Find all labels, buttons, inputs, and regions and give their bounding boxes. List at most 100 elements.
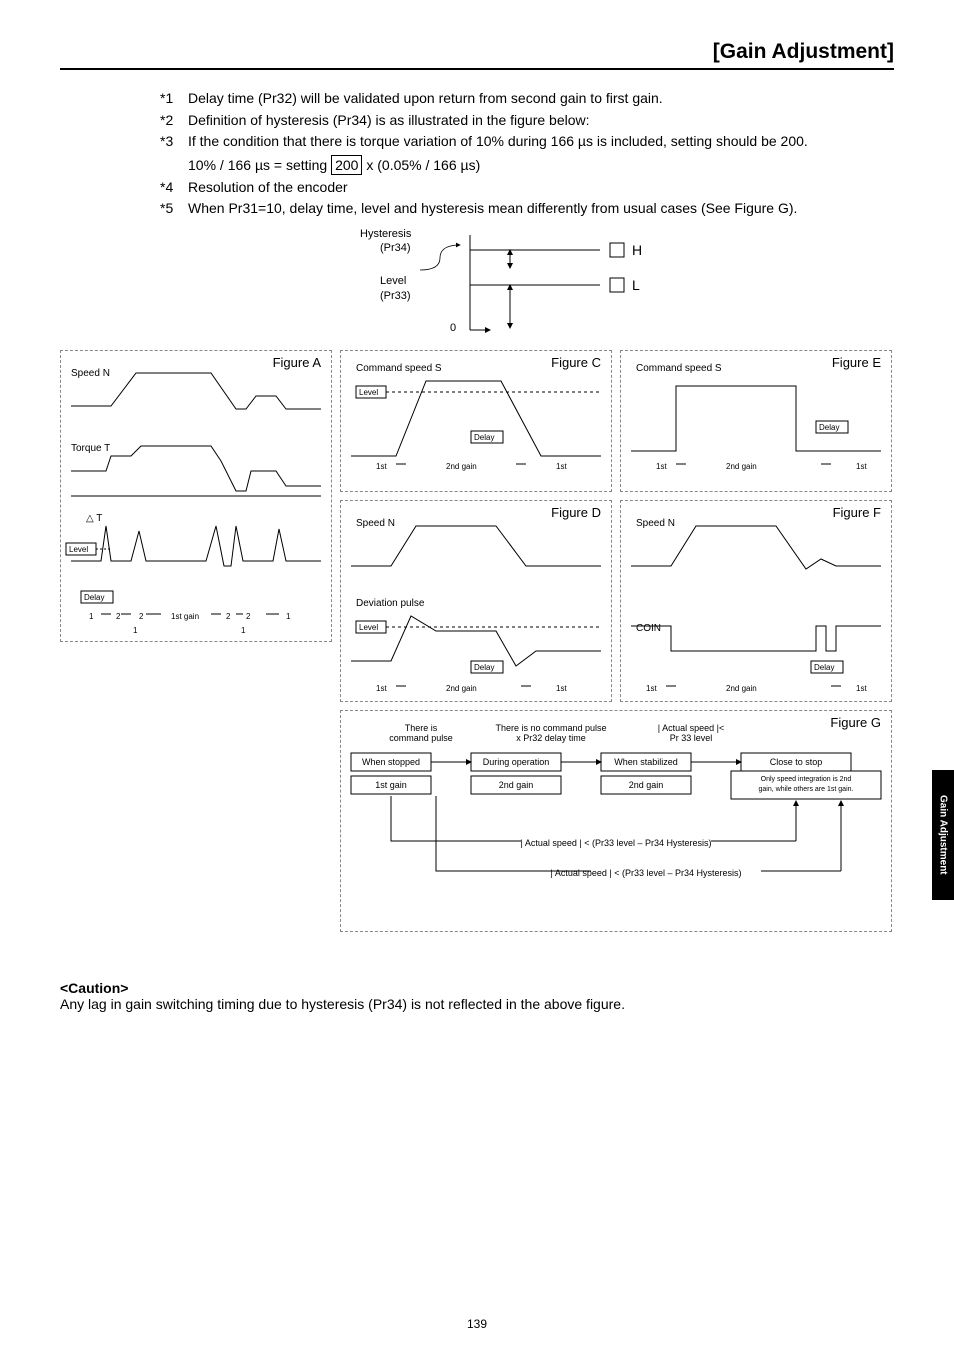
svg-text:| Actual speed |<: | Actual speed |< — [658, 723, 724, 733]
figure-g-label: Figure G — [828, 715, 883, 730]
svg-text:2nd gain: 2nd gain — [726, 684, 757, 693]
svg-text:When stopped: When stopped — [362, 757, 420, 767]
svg-text:1st: 1st — [376, 684, 387, 693]
note-text: Definition of hysteresis (Pr34) is as il… — [188, 110, 884, 132]
svg-text:Command speed S: Command speed S — [356, 363, 442, 374]
svg-text:1st: 1st — [856, 462, 867, 471]
figure-a: Figure A Speed N Torque T △ T Level Dela… — [60, 350, 332, 642]
note-1: *1 Delay time (Pr32) will be validated u… — [160, 88, 884, 110]
note-num: *1 — [160, 88, 188, 110]
svg-text:1: 1 — [133, 626, 138, 635]
l-label: L — [632, 277, 640, 293]
note-text: When Pr31=10, delay time, level and hyst… — [188, 198, 884, 220]
note-4: *4 Resolution of the encoder — [160, 177, 884, 199]
figure-f: Figure F Speed N COIN Delay 1st 2nd gain… — [620, 500, 892, 702]
svg-text:| Actual speed | < (Pr33 level: | Actual speed | < (Pr33 level – Pr34 Hy… — [550, 868, 741, 878]
page-title-bar: [Gain Adjustment] — [60, 40, 894, 70]
note-text: Delay time (Pr32) will be validated upon… — [188, 88, 884, 110]
svg-text:Speed N: Speed N — [636, 518, 675, 529]
formula-post: x (0.05% / 166 µs) — [362, 157, 480, 173]
figure-d: Figure D Speed N Deviation pulse Level D… — [340, 500, 612, 702]
svg-text:2nd gain: 2nd gain — [499, 780, 534, 790]
svg-text:x Pr32 delay time: x Pr32 delay time — [516, 733, 586, 743]
svg-text:1st gain: 1st gain — [171, 612, 199, 621]
svg-text:Torque T: Torque T — [71, 443, 110, 454]
svg-text:There is: There is — [405, 723, 438, 733]
svg-text:△ T: △ T — [86, 513, 102, 524]
figure-e-label: Figure E — [830, 355, 883, 370]
svg-text:COIN: COIN — [636, 623, 661, 634]
note-3-formula: 10% / 166 µs = setting 200 x (0.05% / 16… — [188, 155, 884, 177]
page-number: 139 — [0, 1317, 954, 1331]
figure-c-label: Figure C — [549, 355, 603, 370]
note-num: *3 — [160, 131, 188, 153]
note-num: *4 — [160, 177, 188, 199]
svg-text:1st: 1st — [556, 462, 567, 471]
svg-text:gain, while others are 1st gai: gain, while others are 1st gain. — [759, 786, 854, 793]
svg-text:2nd gain: 2nd gain — [726, 462, 757, 471]
svg-text:| Actual speed | < (Pr33 level: | Actual speed | < (Pr33 level – Pr34 Hy… — [520, 838, 711, 848]
svg-text:Level: Level — [359, 388, 378, 397]
svg-text:1: 1 — [286, 612, 291, 621]
svg-text:Close to stop: Close to stop — [770, 757, 823, 767]
svg-text:Level: Level — [359, 623, 378, 632]
figure-d-label: Figure D — [549, 505, 603, 520]
svg-text:Command speed S: Command speed S — [636, 363, 722, 374]
svg-text:2: 2 — [139, 612, 144, 621]
h-label: H — [632, 242, 642, 258]
figure-f-label: Figure F — [831, 505, 883, 520]
formula-boxed-value: 200 — [331, 155, 362, 175]
svg-text:There is no command pulse: There is no command pulse — [495, 723, 606, 733]
note-num: *5 — [160, 198, 188, 220]
caution-block: <Caution> Any lag in gain switching timi… — [60, 980, 894, 1012]
svg-text:Delay: Delay — [474, 663, 494, 672]
level-pr: (Pr33) — [380, 290, 411, 302]
formula-pre: 10% / 166 µs = setting — [188, 157, 331, 173]
caution-heading: <Caution> — [60, 980, 894, 996]
svg-text:1st gain: 1st gain — [375, 780, 407, 790]
svg-text:Delay: Delay — [814, 663, 834, 672]
hysteresis-label: Hysteresis — [360, 228, 411, 240]
svg-text:1: 1 — [241, 626, 246, 635]
svg-text:2nd gain: 2nd gain — [629, 780, 664, 790]
svg-text:Pr 33 level: Pr 33 level — [670, 733, 713, 743]
svg-text:2nd gain: 2nd gain — [446, 684, 477, 693]
svg-text:When stabilized: When stabilized — [614, 757, 678, 767]
svg-text:1st: 1st — [646, 684, 657, 693]
svg-text:1st: 1st — [856, 684, 867, 693]
svg-text:2: 2 — [226, 612, 231, 621]
svg-text:Only speed integration is 2nd: Only speed integration is 2nd — [761, 776, 852, 783]
svg-text:During operation: During operation — [483, 757, 550, 767]
note-3: *3 If the condition that there is torque… — [160, 131, 884, 153]
hysteresis-diagram: H L Hysteresis (Pr34) Level (Pr33) 0 — [60, 230, 894, 340]
figure-e: Figure E Command speed S Delay 1st 2nd g… — [620, 350, 892, 492]
note-2: *2 Definition of hysteresis (Pr34) is as… — [160, 110, 884, 132]
svg-text:Level: Level — [69, 545, 88, 554]
caution-text: Any lag in gain switching timing due to … — [60, 996, 894, 1012]
hysteresis-pr: (Pr34) — [380, 242, 411, 254]
svg-text:1st: 1st — [656, 462, 667, 471]
figure-g: Figure G There is command pulse There is… — [340, 710, 892, 932]
figure-c: Figure C Command speed S Level Delay 1st… — [340, 350, 612, 492]
note-text: Resolution of the encoder — [188, 177, 884, 199]
note-num: *2 — [160, 110, 188, 132]
svg-text:1: 1 — [89, 612, 94, 621]
page-title: [Gain Adjustment] — [713, 40, 894, 63]
svg-text:2: 2 — [116, 612, 121, 621]
svg-text:Speed N: Speed N — [71, 368, 110, 379]
svg-text:Speed N: Speed N — [356, 518, 395, 529]
svg-text:Deviation pulse: Deviation pulse — [356, 598, 425, 609]
svg-text:2nd gain: 2nd gain — [446, 462, 477, 471]
level-label: Level — [380, 275, 406, 287]
svg-text:Delay: Delay — [819, 423, 839, 432]
figure-a-label: Figure A — [271, 355, 323, 370]
side-tab: Gain Adjustment — [932, 770, 954, 900]
note-text: If the condition that there is torque va… — [188, 131, 884, 153]
svg-text:1st: 1st — [376, 462, 387, 471]
notes-block: *1 Delay time (Pr32) will be validated u… — [160, 88, 884, 220]
svg-text:1st: 1st — [556, 684, 567, 693]
figures-area: Figure A Speed N Torque T △ T Level Dela… — [60, 350, 894, 960]
zero-label: 0 — [450, 322, 456, 334]
note-5: *5 When Pr31=10, delay time, level and h… — [160, 198, 884, 220]
svg-text:2: 2 — [246, 612, 251, 621]
